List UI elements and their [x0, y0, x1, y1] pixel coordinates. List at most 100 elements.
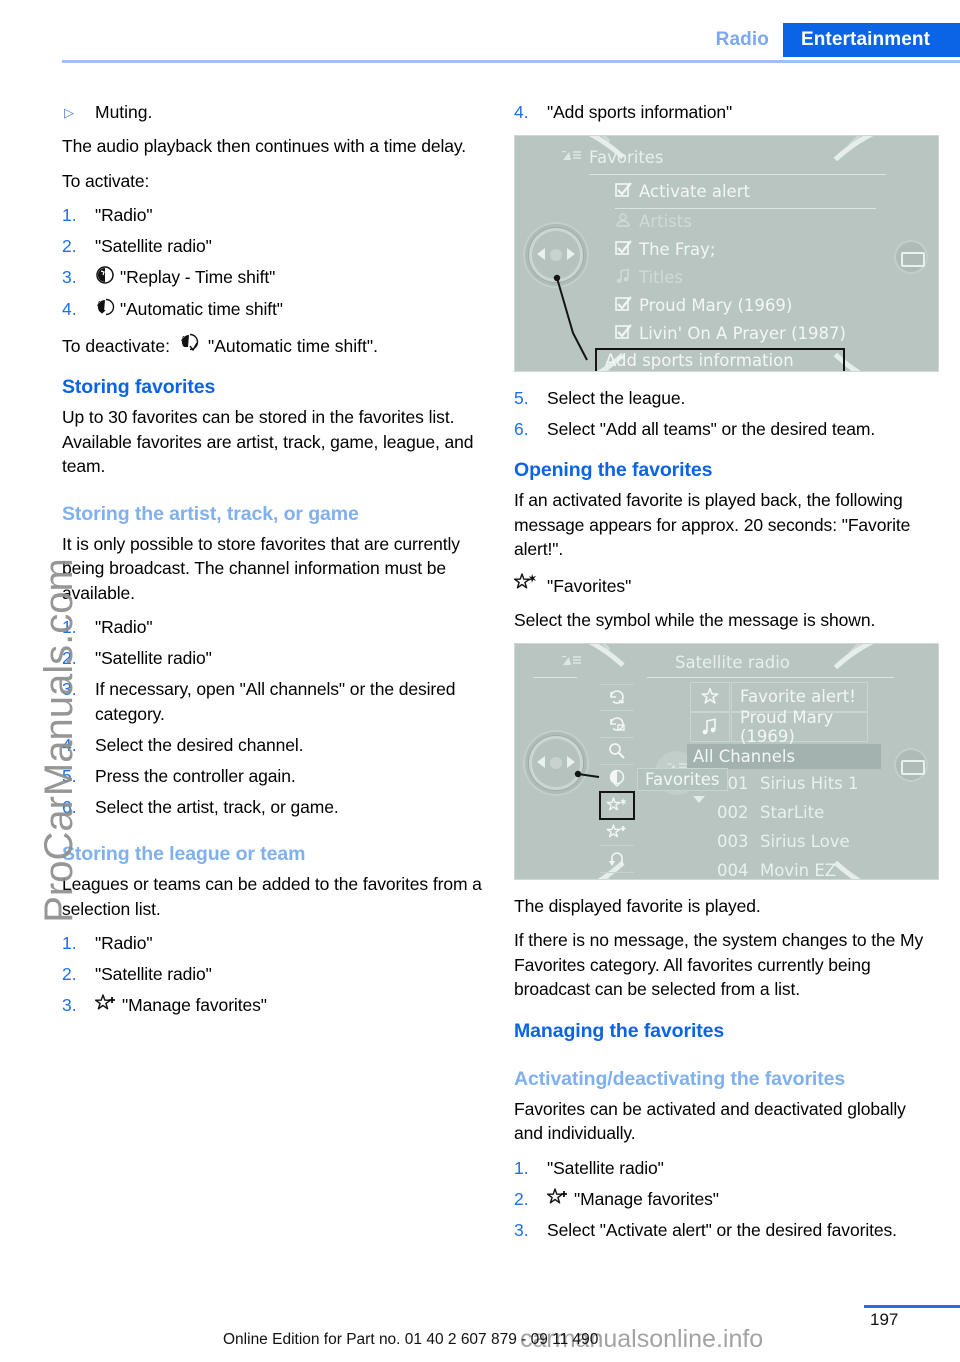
header-tab-radio[interactable]: Radio	[716, 23, 783, 57]
triangle-bullet-icon: ▷	[64, 105, 74, 120]
heading-storing-league: Storing the league or team	[62, 843, 306, 865]
screen-illustration-favorites: Favorites Activate alert Artists The Fra…	[514, 134, 939, 372]
step-item: 3. Select "Activate alert" or the desire…	[514, 1218, 939, 1243]
channel-name[interactable]: Sirius Love	[760, 832, 850, 851]
svg-text:A: A	[97, 300, 102, 308]
step-text: "Automatic time shift"	[120, 298, 283, 319]
page-header: Radio Entertainment	[0, 0, 960, 70]
step-number: 3.	[62, 267, 77, 287]
favorites-star-icon[interactable]	[599, 790, 635, 820]
star-outline-icon	[701, 687, 719, 704]
screen1-row[interactable]: Artists	[615, 212, 692, 232]
screen2-title: Satellite radio	[675, 652, 790, 672]
step-number: 2.	[62, 236, 77, 256]
step-item: 3. "Manage favorites"	[62, 993, 487, 1018]
heading-storing-artist: Storing the artist, track, or game	[62, 502, 359, 525]
artist-icon	[615, 212, 639, 232]
knob-right-arrow-icon	[567, 247, 575, 260]
step-item: 4. "Add sports information"	[514, 100, 939, 125]
refresh-category-icon[interactable]	[600, 711, 634, 738]
screen1-row[interactable]: Titles	[615, 267, 683, 288]
para-activating-favorites: Favorites can be activated and deactivat…	[514, 1098, 906, 1144]
header-tabs: Radio Entertainment	[716, 23, 960, 57]
step-text: "Replay - Time shift"	[120, 267, 276, 287]
callout-add-sports-information[interactable]: Add sports information	[595, 347, 845, 371]
screen1-row-label: Proud Mary (1969)	[639, 296, 793, 315]
screen1-row-label: Artists	[639, 212, 692, 231]
checkbox-checked-icon	[615, 181, 639, 202]
manage-favorites-icon[interactable]	[600, 819, 634, 846]
step-number: 1.	[514, 1157, 529, 1178]
screen1-row[interactable]: The Fray;	[615, 239, 716, 260]
step-item: 3. If necessary, open "All channels" or …	[62, 677, 487, 726]
header-tab-entertainment[interactable]: Entertainment	[782, 23, 960, 57]
favorites-star-icon	[513, 572, 538, 597]
para-audio-playback: The audio playback then continues with a…	[62, 136, 467, 156]
step-item: 2. "Satellite radio"	[62, 962, 487, 987]
step-text: "Satellite radio"	[95, 964, 212, 984]
favorites-symbol-label: "Favorites"	[547, 575, 632, 596]
screen1-row-divider	[615, 207, 876, 209]
page-number: 197	[870, 1310, 899, 1329]
channel-name[interactable]: StarLite	[760, 803, 824, 822]
knob-right-arrow-icon	[567, 755, 575, 768]
page-number-rule	[864, 1305, 960, 1308]
step-item: 5. Select the league.	[514, 386, 939, 411]
heading-opening-favorites: Opening the favorites	[514, 459, 713, 481]
para-select-symbol: Select the symbol while the message is s…	[514, 610, 876, 630]
screen1-title-divider	[589, 173, 886, 175]
heading-managing-favorites: Managing the favorites	[514, 1019, 725, 1042]
channel-name[interactable]: Sirius Hits 1	[760, 774, 859, 793]
step-text: Select the artist, track, or game.	[95, 796, 339, 817]
screen1-row[interactable]: Proud Mary (1969)	[615, 295, 793, 316]
left-column: ▷ Muting. The audio playback then contin…	[62, 100, 487, 1028]
step-item: 2. "Satellite radio"	[62, 646, 487, 671]
display-toggle-button[interactable]	[894, 239, 928, 274]
search-icon[interactable]	[600, 738, 634, 765]
display-toggle-button[interactable]	[894, 747, 928, 782]
message-star-cell	[690, 681, 730, 712]
step-item: 4. Select the desired channel.	[62, 733, 487, 758]
message-track-text: Proud Mary (1969)	[731, 708, 868, 746]
screen2-title-divider	[647, 676, 894, 678]
favorites-chip-label[interactable]: Favorites	[637, 767, 728, 791]
step-number: 4.	[62, 298, 77, 319]
para-opening-favorites: If an activated favorite is played back,…	[514, 490, 911, 559]
step-item: 1. "Satellite radio"	[514, 1156, 939, 1181]
back-arrow-icon[interactable]	[600, 846, 634, 873]
step-number: 1.	[62, 933, 77, 953]
screen1-row[interactable]: Livin' On A Prayer (1987)	[615, 323, 846, 344]
step-item: 6. Select the artist, track, or game.	[62, 795, 487, 820]
step-text: Press the controller again.	[95, 765, 296, 786]
knob-center-dot	[550, 756, 562, 769]
channel-number: 003	[717, 831, 749, 851]
automatic-time-shift-off-icon: A	[179, 332, 199, 357]
step-text: If necessary, open "All channels" or the…	[95, 679, 456, 724]
screen2-left-divider	[533, 676, 577, 678]
watermark-left: ProCarManuals.com	[36, 558, 81, 923]
muting-bullet: ▷ Muting.	[62, 100, 487, 125]
all-channels-highlight[interactable]: All Channels	[687, 743, 881, 769]
heading-activating-favorites: Activating/deactivating the favorites	[514, 1067, 846, 1090]
replay-time-shift-icon	[95, 265, 115, 290]
checkbox-checked-icon	[615, 295, 639, 316]
music-note-icon	[615, 267, 639, 288]
step-item: 5. Press the controller again.	[62, 764, 487, 789]
step-text: "Manage favorites"	[574, 1188, 719, 1209]
satellite-signal-icon	[560, 654, 582, 676]
deactivate-text: "Automatic time shift".	[207, 335, 378, 356]
step-item: 2. "Satellite radio"	[62, 234, 487, 259]
screen1-row-label: Activate alert	[639, 182, 750, 201]
step-text: "Satellite radio"	[547, 1157, 664, 1178]
step-text: "Radio"	[95, 205, 153, 225]
svg-text:A: A	[181, 335, 186, 343]
para-displayed-favorite: The displayed favorite is played.	[514, 895, 761, 916]
right-column: 4. "Add sports information" Favorites Ac…	[513, 100, 939, 1253]
automatic-time-shift-icon: A	[95, 297, 115, 322]
replay-time-shift-icon[interactable]	[600, 765, 634, 792]
step-item: 1. "Radio"	[62, 203, 487, 228]
screen1-row[interactable]: Activate alert	[615, 181, 750, 202]
screen1-row-label: The Fray;	[639, 240, 716, 259]
refresh-scan-icon[interactable]	[600, 683, 634, 711]
channel-name[interactable]: Movin EZ	[760, 861, 836, 879]
